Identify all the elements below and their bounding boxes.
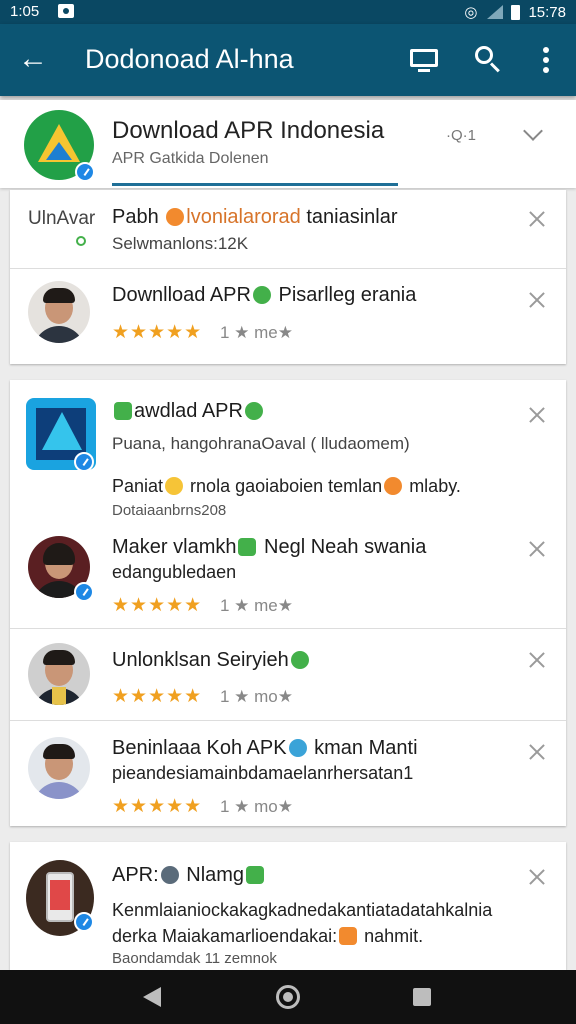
emoji-icon [114,402,132,420]
list-item[interactable]: Unlonklsan Seiryieh ★★★★★ 1 ★ mo★ [10,628,566,720]
row-title: Unlonklsan Seiryieh [112,649,311,672]
close-icon[interactable] [528,291,546,309]
more-vert-icon[interactable] [530,44,562,76]
app-description-2: Dotaiaanbrns208 [112,502,227,519]
list-item[interactable]: UlnAvar Pabh lvonialarorad taniasinlar S… [10,190,566,268]
avatar [28,643,90,705]
battery-icon [511,4,521,20]
status-clock: 15:78 [528,3,566,21]
rating-meta: 1 ★ mo★ [220,797,293,816]
app-card: APR: Nlamg Kenmlaianiockakagkadnedakanti… [10,842,566,970]
close-icon[interactable] [528,406,546,424]
system-nav-bar [0,970,576,1024]
emoji-icon [252,286,271,304]
emoji-icon [160,866,179,884]
verified-badge-icon [74,912,94,932]
rating-meta: 1 ★ me★ [220,323,293,342]
row-title: Beninlaaa Koh APK kman Manti [112,737,418,759]
avatar [28,737,90,799]
emoji-icon [244,402,263,420]
review-card: UlnAvar Pabh lvonialarorad taniasinlar S… [10,190,566,364]
notification-icon [58,4,74,18]
status-icons: ◎ 15:78 [464,3,566,22]
row-title: Downlload APR Pisarlleg erania [112,284,417,306]
list-item[interactable]: Downlload APR Pisarlleg erania ★★★★★ 1 ★… [10,268,566,364]
signal-icon [485,5,504,19]
status-bar: 1:05 ◎ 15:78 [0,0,576,24]
header-count: ·Q·1 [446,127,476,144]
app-bar: ← Dodonoad Al-hna [0,24,576,96]
close-icon[interactable] [528,743,546,761]
app-description-3: Baondamdak 11 zemnok [112,950,277,967]
emoji-icon [339,927,358,945]
app-description: Kenmlaianiockakagkadnedakantiatadatahkal… [112,900,493,920]
avatar [28,281,90,343]
app-title: APR: Nlamg [112,864,266,887]
rating-meta: 1 ★ mo★ [220,687,293,706]
app-card: awdlad APR Puana, hangohranaOaval ( llud… [10,380,566,826]
close-icon[interactable] [528,210,546,228]
verified-badge-icon [75,162,95,182]
header-title: Download APR Indonesia [112,117,385,144]
page-title: Dodonoad Al-hna [85,44,294,74]
status-dot-icon [76,236,86,246]
row-subtitle: edangubledaen [112,562,237,582]
app-header-card[interactable]: Download APR Indonesia APR Gatkida Dolen… [0,100,576,188]
app-subtitle: Puana, hangohranaOaval ( lludaomem) [112,434,410,453]
emoji-icon [288,739,307,757]
search-icon[interactable] [472,44,504,76]
verified-badge-icon [74,582,94,602]
wifi-icon: ◎ [464,4,478,21]
rating-stars: ★★★★★ [112,322,203,343]
header-subtitle: APR Gatkida Dolenen [112,150,269,167]
progress-underline [112,183,398,186]
rating-stars: ★★★★★ [112,686,203,707]
emoji-icon [166,208,185,226]
close-icon[interactable] [528,651,546,669]
nav-recents-icon[interactable] [413,988,431,1006]
rating-stars: ★★★★★ [112,796,203,817]
row-title: Pabh lvonialarorad taniasinlar [112,206,398,228]
emoji-icon [246,866,265,884]
nav-back-icon[interactable] [143,987,161,1007]
nav-home-icon[interactable] [276,985,300,1009]
cast-icon[interactable] [408,44,440,76]
row-title: Maker vlamkh Negl Neah swania [112,536,427,558]
row-subtitle: Selwmanlons:12K [112,234,249,253]
chevron-down-icon[interactable] [523,121,543,141]
app-title: awdlad APR [112,400,265,423]
emoji-icon [238,538,257,556]
emoji-icon [165,477,184,495]
close-icon[interactable] [528,868,546,886]
list-item[interactable]: Maker vlamkh Negl Neah swania edangubled… [10,520,566,628]
verified-badge-icon [74,452,94,472]
back-arrow-icon[interactable]: ← [18,40,48,78]
status-time: 1:05 [10,3,40,20]
close-icon[interactable] [528,540,546,558]
row-left-label: UlnAvar [28,208,96,229]
rating-stars: ★★★★★ [112,595,203,616]
app-description: Paniat rnola gaoiaboien temlan mlaby. [112,476,461,496]
app-description-2: derka Maiakamarlioendakai: nahmit. [112,926,424,946]
rating-meta: 1 ★ me★ [220,596,293,615]
list-item[interactable]: Beninlaaa Koh APK kman Manti pieandesiam… [10,720,566,826]
emoji-icon [384,477,403,495]
emoji-icon [290,651,309,669]
row-subtitle: pieandesiamainbdamaelanrhersatan1 [112,763,414,783]
